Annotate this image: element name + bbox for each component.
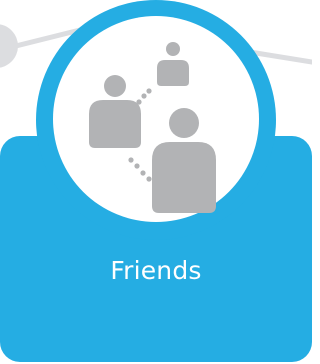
- person-medium-icon: [89, 75, 141, 148]
- friends-network-icon: [89, 42, 216, 213]
- person-large-icon: [152, 108, 216, 213]
- bg-node-left: [0, 24, 18, 68]
- person-small-icon: [157, 42, 189, 86]
- friends-tile[interactable]: Friends: [0, 0, 312, 364]
- tile-title: Friends: [110, 256, 202, 285]
